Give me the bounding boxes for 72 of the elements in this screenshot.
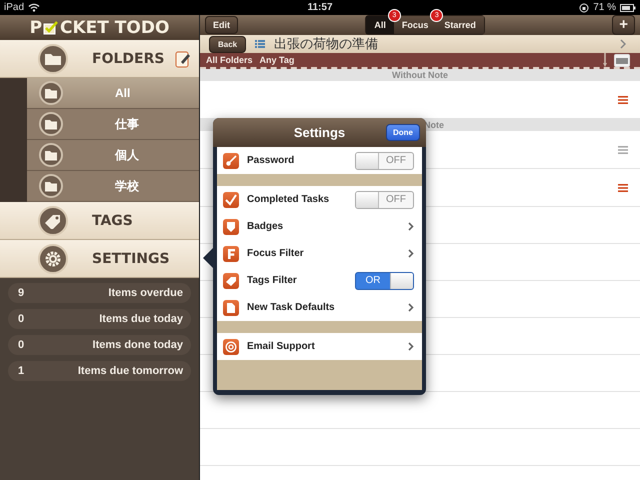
folder-icon [44, 88, 58, 98]
folder-item[interactable]: 仕事 [27, 109, 199, 140]
section-title: SETTINGS [92, 250, 170, 266]
back-button[interactable]: Back [209, 36, 246, 52]
stat-count: 9 [18, 287, 24, 299]
setting-label: Email Support [247, 341, 316, 352]
stat-count: 1 [18, 365, 24, 377]
chevron-icon [408, 222, 414, 231]
section-header[interactable]: SETTINGS [0, 240, 199, 278]
due-date-icon[interactable] [614, 54, 630, 66]
list-title: 出張の荷物の準備 [274, 35, 380, 53]
battery-icon [620, 4, 636, 12]
sort-arrow-icon[interactable] [603, 53, 607, 67]
letter-f-icon [226, 248, 236, 260]
chevron-icon [408, 342, 414, 351]
tag-icon [225, 276, 237, 286]
stat-label: Items due tomorrow [78, 365, 183, 377]
filter-tab[interactable]: Starred [436, 16, 484, 34]
stat-row[interactable]: 1 Items due tomorrow [8, 361, 191, 381]
key-icon [225, 154, 237, 166]
folder-icon [44, 150, 58, 160]
checkmark-icon [225, 194, 237, 206]
tag-icon [44, 212, 62, 228]
popover-title: Settings [294, 125, 346, 140]
stat-row[interactable]: 0 Items done today [8, 335, 191, 355]
setting-label: New Task Defaults [247, 302, 336, 313]
folder-icon [44, 118, 58, 130]
section-header[interactable]: FOLDERS [0, 40, 199, 78]
toggle-switch[interactable]: OR [355, 272, 414, 290]
stat-row[interactable]: 9 Items overdue [8, 283, 191, 303]
logo-text: CKET TODO [60, 18, 170, 38]
chevron-icon [408, 303, 414, 312]
folder-item[interactable]: 学校 [27, 171, 199, 202]
logo-text: P [30, 18, 42, 38]
stat-label: Items due today [99, 313, 183, 325]
setting-label: Badges [247, 221, 284, 232]
filter-tab[interactable]: All [366, 16, 394, 34]
section-header: Without Note [392, 70, 448, 80]
setting-label: Focus Filter [247, 248, 305, 259]
stat-label: Items done today [92, 339, 183, 351]
stat-row[interactable]: 0 Items due today [8, 309, 191, 329]
wifi-icon [28, 3, 40, 12]
list-icon [255, 40, 266, 48]
folder-item[interactable]: 個人 [27, 140, 199, 171]
folder-filter[interactable]: All Folders [206, 55, 253, 65]
section-title: TAGS [92, 212, 133, 228]
section-title: FOLDERS [92, 50, 164, 66]
tag-filter[interactable]: Any Tag [260, 55, 294, 65]
clock-time: 11:57 [307, 2, 333, 13]
setting-label: Completed Tasks [247, 194, 330, 205]
battery-percent: 71 % [593, 2, 616, 13]
folder-icon [44, 52, 62, 66]
chevron-icon [408, 249, 414, 258]
rotation-lock-icon [579, 2, 590, 12]
add-button[interactable]: + [612, 15, 635, 35]
filter-tab[interactable]: Focus [394, 16, 436, 34]
folder-icon [44, 180, 58, 192]
section-header[interactable]: TAGS [0, 202, 199, 240]
stat-count: 0 [18, 339, 24, 351]
device-name: iPad [4, 2, 24, 13]
edit-button[interactable]: Edit [205, 16, 238, 34]
done-button[interactable]: Done [386, 124, 420, 141]
checkbox-icon [43, 20, 60, 34]
document-icon [226, 302, 236, 314]
stat-count: 0 [18, 313, 24, 325]
chevron-icon[interactable] [620, 39, 626, 49]
settings-icon [44, 250, 62, 268]
shield-icon [226, 220, 236, 232]
setting-label: Tags Filter [247, 275, 298, 286]
stat-label: Items overdue [108, 287, 183, 299]
setting-label: Password [247, 155, 296, 166]
edit-icon[interactable] [175, 50, 191, 68]
